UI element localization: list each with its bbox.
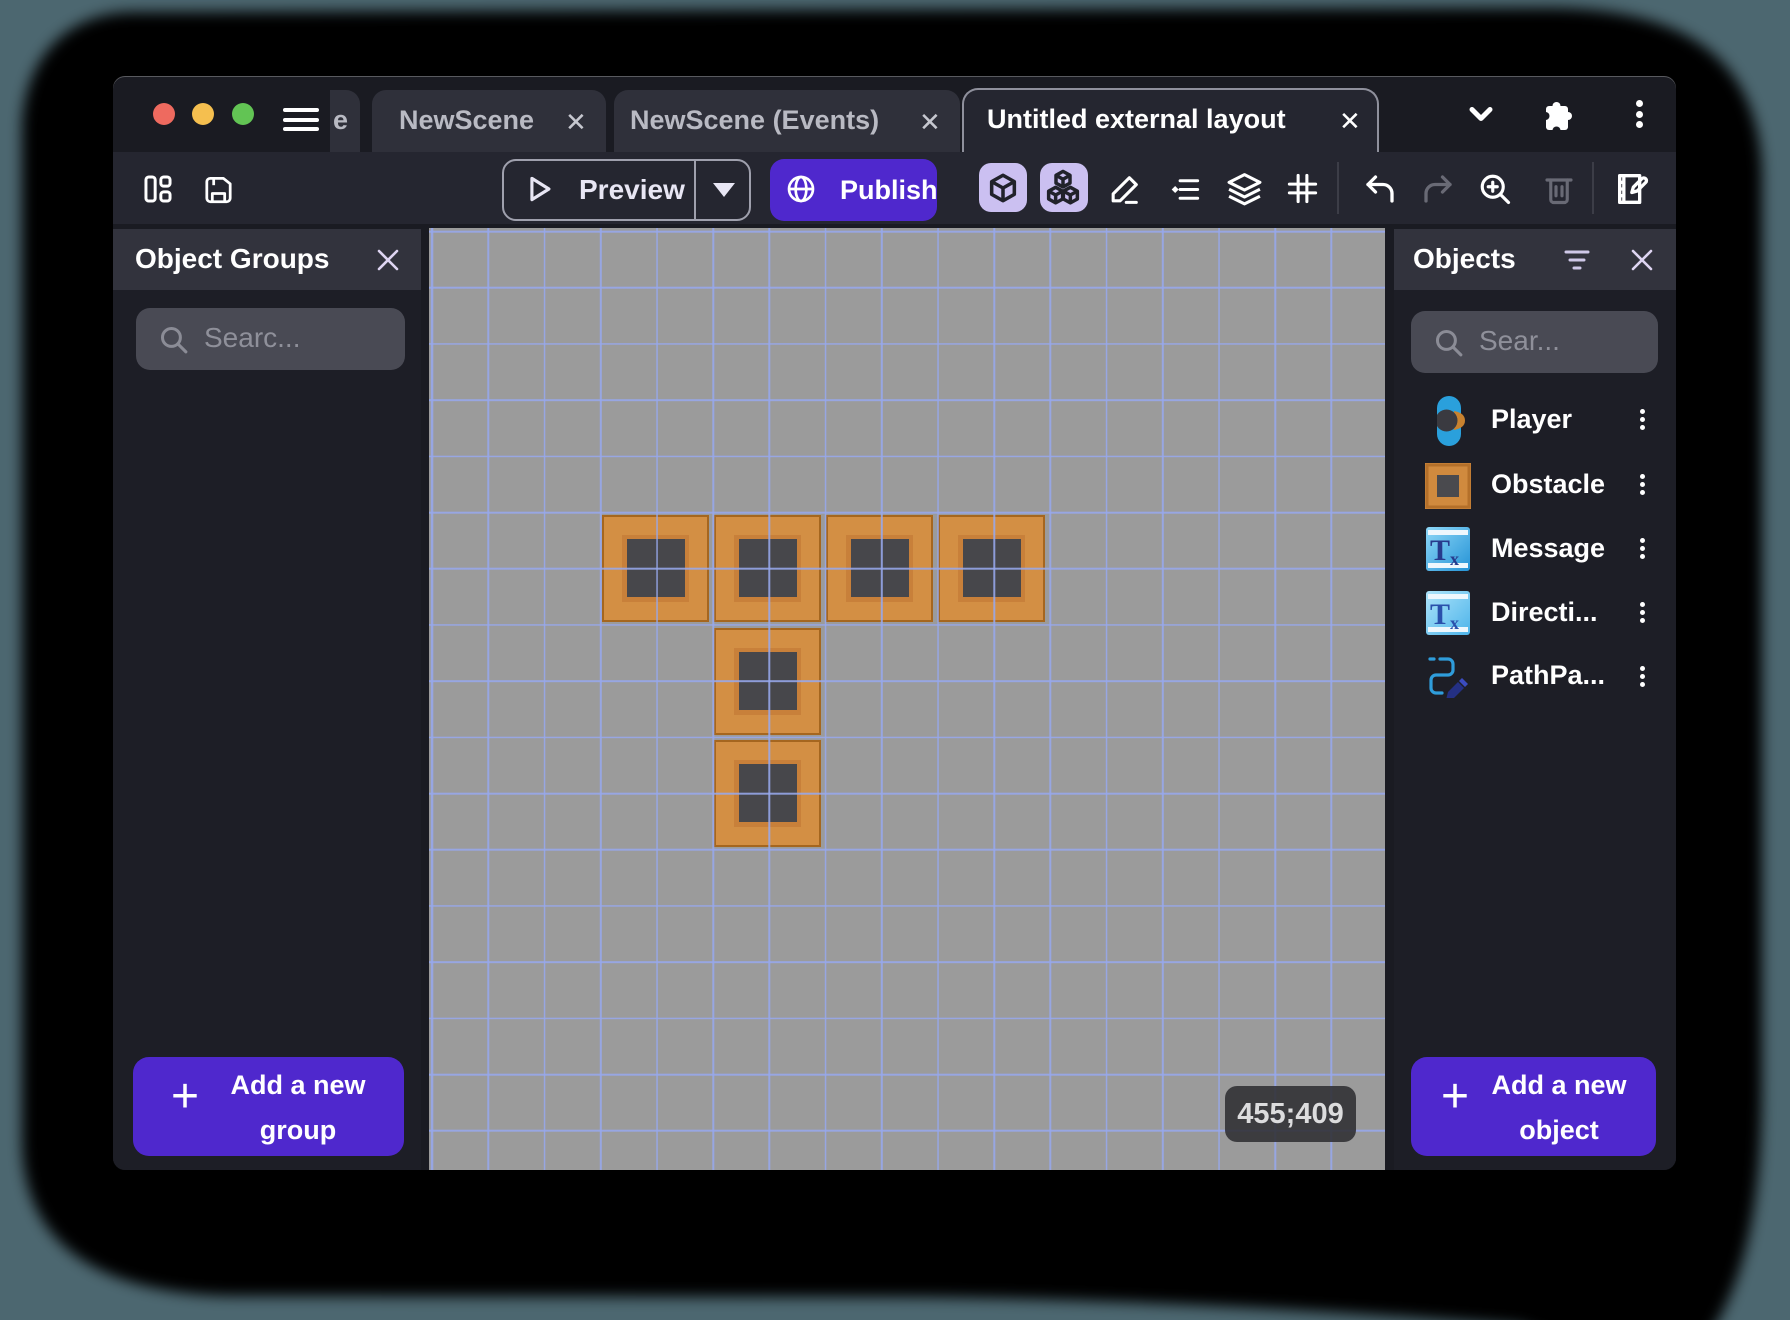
svg-text:T: T xyxy=(1430,598,1450,631)
svg-text:x: x xyxy=(1450,549,1459,569)
svg-text:T: T xyxy=(1430,534,1450,567)
svg-text:x: x xyxy=(1450,613,1459,633)
